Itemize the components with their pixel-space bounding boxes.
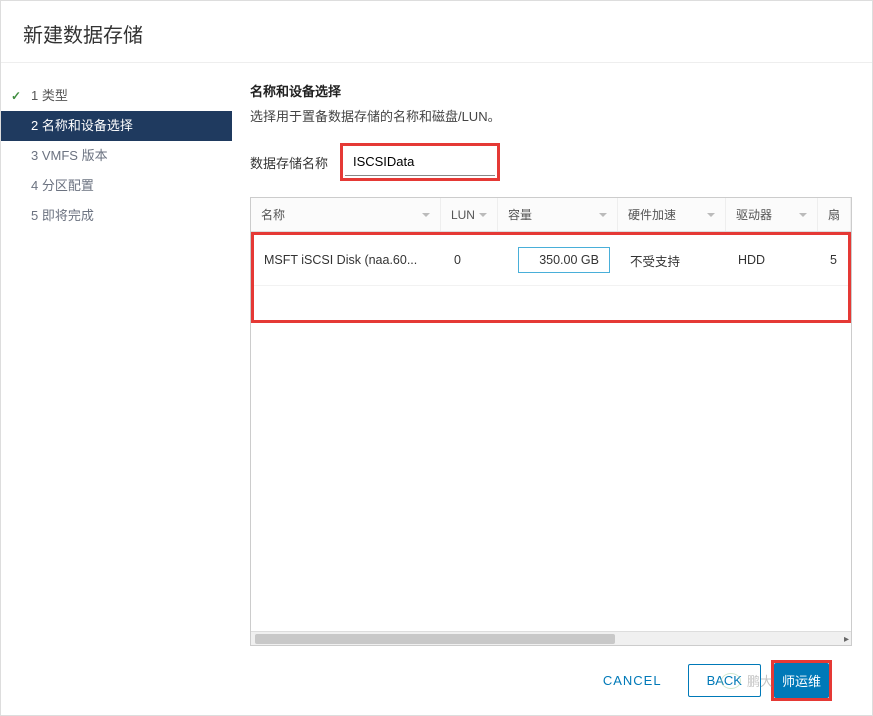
cell-name: MSFT iSCSI Disk (naa.60... — [254, 247, 444, 273]
table-header: 名称 LUN 容量 硬件加速 驱动器 扇 — [251, 198, 851, 232]
sort-icon — [479, 213, 487, 217]
wizard-step-label: 5 即将完成 — [31, 207, 94, 225]
highlight-name-input — [340, 143, 500, 181]
cell-lun: 0 — [444, 247, 500, 273]
wizard-step-vmfs-version[interactable]: 3 VMFS 版本 — [1, 141, 232, 171]
dialog-title: 新建数据存储 — [1, 1, 872, 63]
scroll-right-icon[interactable]: ▸ — [844, 634, 849, 645]
sort-icon — [599, 213, 607, 217]
check-icon: ✓ — [11, 87, 21, 105]
sort-icon — [707, 213, 715, 217]
col-header-lun[interactable]: LUN — [441, 198, 498, 231]
back-button[interactable]: BACK — [688, 664, 761, 697]
next-button[interactable]: 师运维 — [774, 663, 829, 698]
cell-ext: 5 — [820, 247, 848, 273]
dialog-footer: CANCEL BACK 师运维 — [250, 646, 852, 715]
wizard-step-ready[interactable]: 5 即将完成 — [1, 201, 232, 231]
col-header-ext[interactable]: 扇 — [818, 198, 851, 231]
horizontal-scrollbar[interactable]: ▸ — [251, 631, 851, 645]
new-datastore-dialog: 新建数据存储 ✓ 1 类型 2 名称和设备选择 3 VMFS 版本 4 分区配置… — [0, 0, 873, 716]
scrollbar-thumb[interactable] — [255, 634, 615, 644]
wizard-nav: ✓ 1 类型 2 名称和设备选择 3 VMFS 版本 4 分区配置 5 即将完成 — [1, 63, 232, 715]
wizard-step-label: 2 名称和设备选择 — [31, 117, 133, 135]
main-panel: 名称和设备选择 选择用于置备数据存储的名称和磁盘/LUN。 数据存储名称 名称 … — [232, 63, 872, 715]
col-header-name[interactable]: 名称 — [251, 198, 441, 231]
wizard-step-label: 4 分区配置 — [31, 177, 94, 195]
sort-icon — [422, 213, 430, 217]
col-header-drive[interactable]: 驱动器 — [726, 198, 818, 231]
datastore-name-row: 数据存储名称 — [250, 143, 852, 181]
cancel-button[interactable]: CANCEL — [587, 665, 678, 696]
wizard-step-type[interactable]: ✓ 1 类型 — [1, 81, 232, 111]
wizard-step-label: 3 VMFS 版本 — [31, 147, 108, 165]
cell-hwaccel: 不受支持 — [620, 245, 728, 276]
col-header-capacity[interactable]: 容量 — [498, 198, 618, 231]
capacity-value: 350.00 GB — [518, 247, 610, 273]
dialog-body: ✓ 1 类型 2 名称和设备选择 3 VMFS 版本 4 分区配置 5 即将完成… — [1, 63, 872, 715]
sort-icon — [799, 213, 807, 217]
datastore-name-input[interactable] — [345, 148, 495, 176]
wizard-step-name-device[interactable]: 2 名称和设备选择 — [1, 111, 232, 141]
table-rows[interactable]: MSFT iSCSI Disk (naa.60... 0 350.00 GB 不… — [251, 232, 851, 631]
device-table: 名称 LUN 容量 硬件加速 驱动器 扇 — [250, 197, 852, 646]
panel-heading: 名称和设备选择 — [250, 81, 852, 100]
cell-drive: HDD — [728, 247, 820, 273]
cell-capacity: 350.00 GB — [500, 241, 620, 279]
datastore-name-label: 数据存储名称 — [250, 153, 340, 172]
table-row[interactable]: MSFT iSCSI Disk (naa.60... 0 350.00 GB 不… — [254, 235, 848, 286]
panel-subtext: 选择用于置备数据存储的名称和磁盘/LUN。 — [250, 106, 852, 125]
wizard-step-partition[interactable]: 4 分区配置 — [1, 171, 232, 201]
highlight-selected-row: MSFT iSCSI Disk (naa.60... 0 350.00 GB 不… — [251, 232, 851, 323]
col-header-hwaccel[interactable]: 硬件加速 — [618, 198, 726, 231]
wizard-step-label: 1 类型 — [31, 87, 68, 105]
row-padding — [254, 286, 848, 320]
highlight-next-button: 师运维 — [771, 660, 832, 701]
